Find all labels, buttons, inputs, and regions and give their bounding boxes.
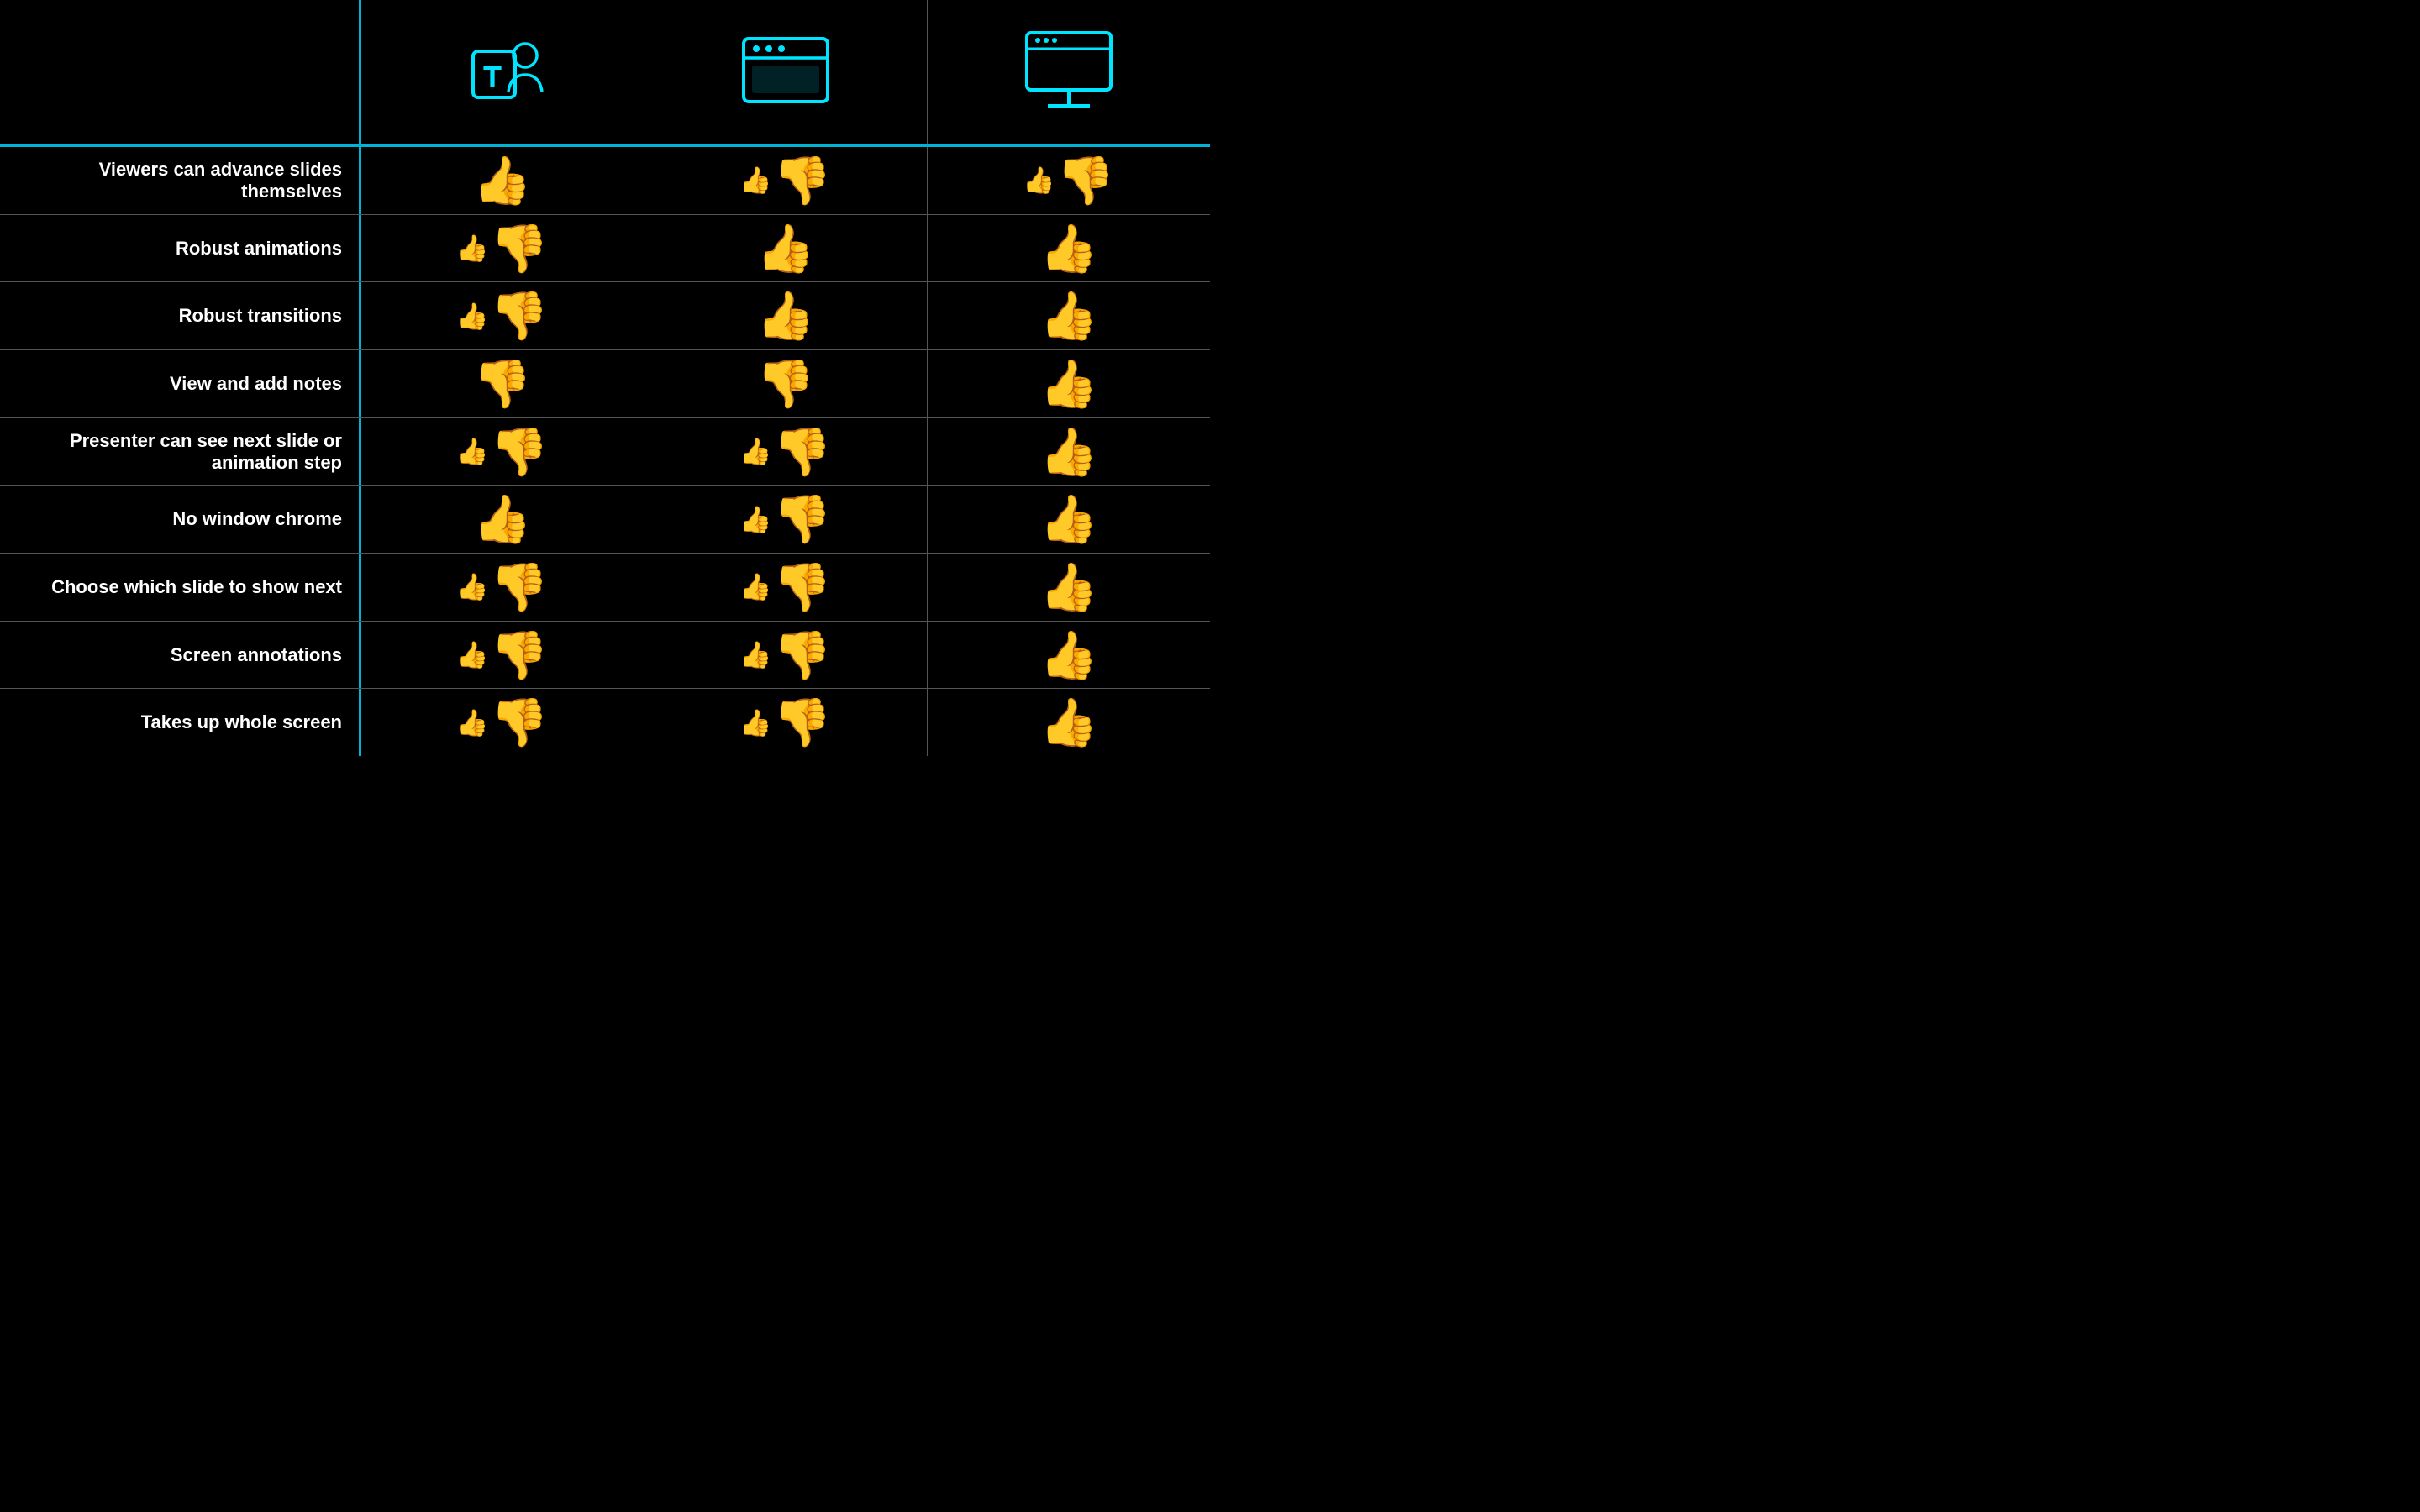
thumb-up-icon: 👍 bbox=[1039, 424, 1098, 480]
col-header-monitor bbox=[928, 0, 1210, 144]
mixed-down-icon: 👍👎 bbox=[739, 424, 832, 480]
value-cell: 👍 bbox=[644, 215, 928, 282]
comparison-table: T bbox=[0, 0, 1210, 756]
value-cell: 👍👎 bbox=[644, 554, 928, 621]
value-cell: 👍👎 bbox=[644, 486, 928, 553]
value-cell: 👍👎 bbox=[361, 282, 644, 349]
feature-label: Screen annotations bbox=[0, 622, 361, 689]
col-header-teams: T bbox=[361, 0, 644, 144]
header-row: T bbox=[0, 0, 1210, 147]
mixed-down-icon: 👍👎 bbox=[739, 491, 832, 547]
thumb-down-icon: 👎 bbox=[756, 356, 815, 412]
mixed-down-icon: 👍👎 bbox=[456, 559, 549, 615]
feature-label: Choose which slide to show next bbox=[0, 554, 361, 621]
thumb-up-icon: 👍 bbox=[473, 153, 532, 208]
mixed-down-icon: 👍👎 bbox=[456, 695, 549, 750]
mixed-down-icon: 👍👎 bbox=[456, 288, 549, 344]
value-cell: 👍👎 bbox=[361, 689, 644, 756]
svg-text:T: T bbox=[483, 60, 502, 94]
rows-container: Viewers can advance slides themselves👍👍👎… bbox=[0, 147, 1210, 756]
feature-label: Takes up whole screen bbox=[0, 689, 361, 756]
mixed-down-icon: 👍👎 bbox=[739, 153, 832, 208]
value-cell: 👍 bbox=[928, 282, 1210, 349]
value-cell: 👍 bbox=[644, 282, 928, 349]
value-cell: 👍 bbox=[928, 554, 1210, 621]
thumb-up-icon: 👍 bbox=[1039, 288, 1098, 344]
value-cell: 👎 bbox=[644, 350, 928, 417]
value-cell: 👍 bbox=[361, 486, 644, 553]
feature-label: Presenter can see next slide or animatio… bbox=[0, 418, 361, 486]
mixed-down-icon: 👍👎 bbox=[456, 627, 549, 683]
value-cell: 👍 bbox=[361, 147, 644, 214]
thumb-up-icon: 👍 bbox=[473, 491, 532, 547]
mixed-down-icon: 👍👎 bbox=[456, 221, 549, 276]
value-cell: 👍👎 bbox=[644, 418, 928, 486]
mixed-down-icon: 👍👎 bbox=[1023, 153, 1115, 208]
table-row: Presenter can see next slide or animatio… bbox=[0, 418, 1210, 486]
value-cell: 👍 bbox=[928, 418, 1210, 486]
value-cell: 👍👎 bbox=[361, 622, 644, 689]
table-row: Robust transitions 👍👎 👍 👍 bbox=[0, 282, 1210, 350]
thumb-up-icon: 👍 bbox=[756, 288, 815, 344]
value-cell: 👍 bbox=[928, 689, 1210, 756]
feature-label: Robust animations bbox=[0, 215, 361, 282]
mixed-down-icon: 👍👎 bbox=[739, 559, 832, 615]
thumb-up-icon: 👍 bbox=[1039, 221, 1098, 276]
value-cell: 👍👎 bbox=[644, 689, 928, 756]
thumb-down-icon: 👎 bbox=[473, 356, 532, 412]
value-cell: 👍👎 bbox=[644, 622, 928, 689]
thumb-up-icon: 👍 bbox=[1039, 356, 1098, 412]
value-cell: 👍 bbox=[928, 486, 1210, 553]
thumb-up-icon: 👍 bbox=[756, 221, 815, 276]
value-cell: 👍 bbox=[928, 350, 1210, 417]
value-cell: 👎 bbox=[361, 350, 644, 417]
table-row: View and add notes 👎 👎 👍 bbox=[0, 350, 1210, 418]
table-row: Viewers can advance slides themselves 👍 👍👎… bbox=[0, 147, 1210, 215]
feature-col-header bbox=[0, 0, 361, 144]
value-cell: 👍👎 bbox=[361, 215, 644, 282]
feature-label: Robust transitions bbox=[0, 282, 361, 349]
table-row: Choose which slide to show next 👍👎 👍👎 👍 bbox=[0, 554, 1210, 622]
thumb-up-icon: 👍 bbox=[1039, 695, 1098, 750]
thumb-up-icon: 👍 bbox=[1039, 627, 1098, 683]
table-row: Takes up whole screen 👍👎 👍👎 👍 bbox=[0, 689, 1210, 756]
feature-label: View and add notes bbox=[0, 350, 361, 417]
col-header-browser bbox=[644, 0, 928, 144]
value-cell: 👍👎 bbox=[361, 554, 644, 621]
table-row: No window chrome 👍 👍👎 👍 bbox=[0, 486, 1210, 554]
value-cell: 👍 bbox=[928, 215, 1210, 282]
thumb-up-icon: 👍 bbox=[1039, 559, 1098, 615]
value-cell: 👍👎 bbox=[644, 147, 928, 214]
table-row: Robust animations 👍👎 👍 👍 bbox=[0, 215, 1210, 283]
feature-label: No window chrome bbox=[0, 486, 361, 553]
mixed-down-icon: 👍👎 bbox=[456, 424, 549, 480]
table-row: Screen annotations 👍👎 👍👎 👍 bbox=[0, 622, 1210, 690]
mixed-down-icon: 👍👎 bbox=[739, 695, 832, 750]
value-cell: 👍 bbox=[928, 622, 1210, 689]
thumb-up-icon: 👍 bbox=[1039, 491, 1098, 547]
value-cell: 👍👎 bbox=[361, 418, 644, 486]
value-cell: 👍👎 bbox=[928, 147, 1210, 214]
mixed-down-icon: 👍👎 bbox=[739, 627, 832, 683]
feature-label: Viewers can advance slides themselves bbox=[0, 147, 361, 214]
